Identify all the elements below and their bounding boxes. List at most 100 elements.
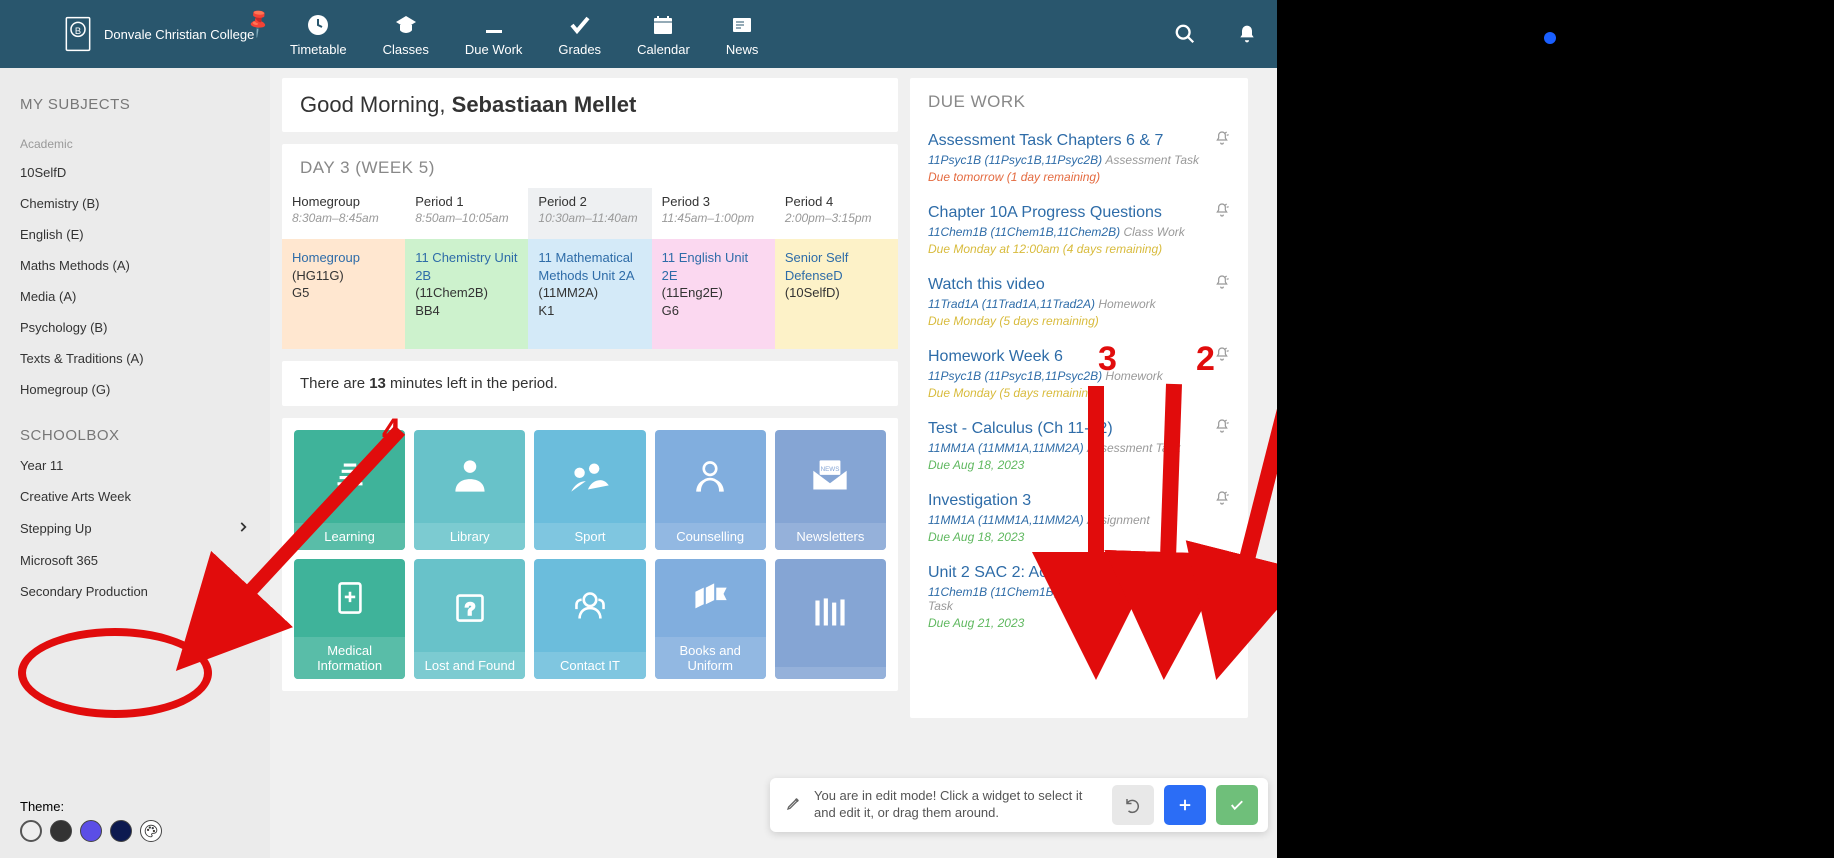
- reminder-bell-icon[interactable]: [1214, 130, 1230, 151]
- tiles-card: Learning Library Sport Counselling NEWSNewsl…: [282, 418, 898, 691]
- tile-label: Counselling: [655, 523, 766, 550]
- sidebar-link-item[interactable]: Creative Arts Week: [0, 481, 270, 512]
- due-work-item[interactable]: Chapter 10A Progress Questions11Chem1B (…: [928, 196, 1230, 268]
- theme-purple[interactable]: [80, 820, 102, 842]
- brand[interactable]: B Donvale Christian College: [0, 12, 270, 56]
- timetable-period-header: Homegroup8:30am–8:45am: [282, 188, 405, 239]
- reminder-bell-icon[interactable]: [1214, 274, 1230, 295]
- tile-label: [775, 667, 886, 679]
- sidebar-subject-item[interactable]: Maths Methods (A): [0, 250, 270, 281]
- timetable-cell[interactable]: 11 Mathematical Methods Unit 2A(11MM2A)K…: [528, 239, 651, 349]
- tile-library[interactable]: Library: [414, 430, 525, 550]
- sidebar-link-item[interactable]: Microsoft 365: [0, 545, 270, 576]
- nav-news[interactable]: News: [726, 12, 759, 57]
- sidebar-section-schoolbox: SCHOOLBOX: [0, 417, 270, 450]
- timetable-cell[interactable]: 11 English Unit 2E(11Eng2E)G6: [652, 239, 775, 349]
- theme-custom[interactable]: [140, 820, 162, 842]
- pencil-icon: [780, 795, 802, 816]
- edit-undo-button[interactable]: [1112, 785, 1154, 825]
- theme-navy[interactable]: [110, 820, 132, 842]
- tile-newsletters[interactable]: NEWSNewsletters: [775, 430, 886, 550]
- reminder-bell-icon[interactable]: [1214, 418, 1230, 439]
- tile-icon: [655, 559, 766, 637]
- tile-counselling[interactable]: Counselling: [655, 430, 766, 550]
- due-work-item[interactable]: Watch this video11Trad1A (11Trad1A,11Tra…: [928, 268, 1230, 340]
- timetable-column: Period 311:45am–1:00pm11 English Unit 2E…: [652, 188, 775, 349]
- timetable-column: Period 42:00pm–3:15pmSenior Self Defense…: [775, 188, 898, 349]
- reminder-bell-icon[interactable]: [1214, 202, 1230, 223]
- svg-text:NEWS: NEWS: [821, 465, 840, 472]
- edit-add-button[interactable]: [1164, 785, 1206, 825]
- due-item-title: Test - Calculus (Ch 11-12): [928, 420, 1210, 438]
- sidebar-subject-item[interactable]: Texts & Traditions (A): [0, 343, 270, 374]
- sidebar-link-item[interactable]: Year 11: [0, 450, 270, 481]
- sidebar-section-subjects: MY SUBJECTS: [0, 86, 270, 119]
- due-work-item[interactable]: Investigation 311MM1A (11MM1A,11MM2A) As…: [928, 484, 1230, 556]
- timetable-period-header: Period 311:45am–1:00pm: [652, 188, 775, 239]
- timetable-cell[interactable]: Senior Self DefenseD(10SelfD): [775, 239, 898, 349]
- tile-music[interactable]: [775, 559, 886, 679]
- sidebar-link-item[interactable]: Stepping Up: [0, 512, 270, 545]
- calendar-icon: [650, 12, 676, 38]
- tile-label: Medical Information: [294, 637, 405, 679]
- greeting-prefix: Good Morning,: [300, 92, 452, 117]
- due-work-item[interactable]: Assessment Task Chapters 6 & 711Psyc1B (…: [928, 124, 1230, 196]
- nav-grades[interactable]: Grades: [558, 12, 601, 57]
- tile-icon: [294, 559, 405, 637]
- due-work-item[interactable]: Unit 2 SAC 2: Acids and Bases11Chem1B (1…: [928, 556, 1230, 642]
- chevron-right-icon: [236, 520, 250, 537]
- bell-icon[interactable]: [1235, 22, 1259, 46]
- tile-icon: [534, 430, 645, 523]
- tile-icon: [294, 430, 405, 523]
- tile-label: Library: [414, 523, 525, 550]
- tile-sport[interactable]: Sport: [534, 430, 645, 550]
- tile-contact-it[interactable]: Contact IT: [534, 559, 645, 679]
- sidebar-subject-item[interactable]: 10SelfD: [0, 157, 270, 188]
- sidebar-subject-item[interactable]: English (E): [0, 219, 270, 250]
- tile-icon: [655, 430, 766, 523]
- tile-label: Sport: [534, 523, 645, 550]
- greeting-name: Sebastiaan Mellet: [452, 92, 637, 117]
- timetable-column: Period 210:30am–11:40am11 Mathematical M…: [528, 188, 651, 349]
- due-item-when: Due Aug 18, 2023: [928, 530, 1210, 544]
- reminder-bell-icon[interactable]: [1214, 490, 1230, 511]
- tile-medical-information[interactable]: Medical Information: [294, 559, 405, 679]
- tile-icon: NEWS: [775, 430, 886, 523]
- sidebar-link-item[interactable]: Secondary Production: [0, 576, 270, 607]
- theme-light[interactable]: [20, 820, 42, 842]
- due-item-title: Assessment Task Chapters 6 & 7: [928, 132, 1210, 150]
- tile-books-and-uniform[interactable]: Books and Uniform: [655, 559, 766, 679]
- due-item-title: Unit 2 SAC 2: Acids and Bases: [928, 564, 1210, 582]
- tile-lost-and-found[interactable]: ?Lost and Found: [414, 559, 525, 679]
- due-item-when: Due tomorrow (1 day remaining): [928, 170, 1210, 184]
- sidebar-subject-item[interactable]: Media (A): [0, 281, 270, 312]
- reminder-bell-icon[interactable]: [1214, 562, 1230, 583]
- edit-confirm-button[interactable]: [1216, 785, 1258, 825]
- svg-text:B: B: [75, 26, 81, 36]
- nav-due-work[interactable]: Due Work: [465, 12, 523, 57]
- due-item-class: 11Trad1A (11Trad1A,11Trad2A): [928, 297, 1095, 311]
- sidebar-subject-item[interactable]: Chemistry (B): [0, 188, 270, 219]
- timetable-cell[interactable]: 11 Chemistry Unit 2B(11Chem2B)BB4: [405, 239, 528, 349]
- due-work-item[interactable]: Test - Calculus (Ch 11-12)11MM1A (11MM1A…: [928, 412, 1230, 484]
- sidebar-subject-item[interactable]: Homegroup (G): [0, 374, 270, 405]
- due-item-class: 11Psyc1B (11Psyc1B,11Psyc2B): [928, 369, 1102, 383]
- nav-classes[interactable]: Classes: [383, 12, 429, 57]
- due-work-card: DUE WORK Assessment Task Chapters 6 & 71…: [910, 78, 1248, 718]
- due-item-title: Chapter 10A Progress Questions: [928, 204, 1210, 222]
- nav-calendar[interactable]: Calendar: [637, 12, 690, 57]
- reminder-bell-icon[interactable]: [1214, 346, 1230, 367]
- sidebar-subject-item[interactable]: Psychology (B): [0, 312, 270, 343]
- due-work-item[interactable]: Homework Week 611Psyc1B (11Psyc1B,11Psyc…: [928, 340, 1230, 412]
- top-nav: Timetable Classes Due Work Grades Calend…: [290, 12, 758, 57]
- search-icon[interactable]: [1173, 22, 1197, 46]
- due-item-when: Due Monday at 12:00am (4 days remaining): [928, 242, 1210, 256]
- tile-learning[interactable]: Learning: [294, 430, 405, 550]
- brand-name: Donvale Christian College: [104, 27, 254, 42]
- nav-timetable[interactable]: Timetable: [290, 12, 347, 57]
- timetable-cell[interactable]: Homegroup(HG11G)G5: [282, 239, 405, 349]
- theme-dark[interactable]: [50, 820, 72, 842]
- due-item-type: Assessment Task: [1105, 153, 1199, 167]
- sidebar: MY SUBJECTS Academic 10SelfDChemistry (B…: [0, 68, 270, 858]
- due-item-type: Assessment Task: [1087, 441, 1181, 455]
